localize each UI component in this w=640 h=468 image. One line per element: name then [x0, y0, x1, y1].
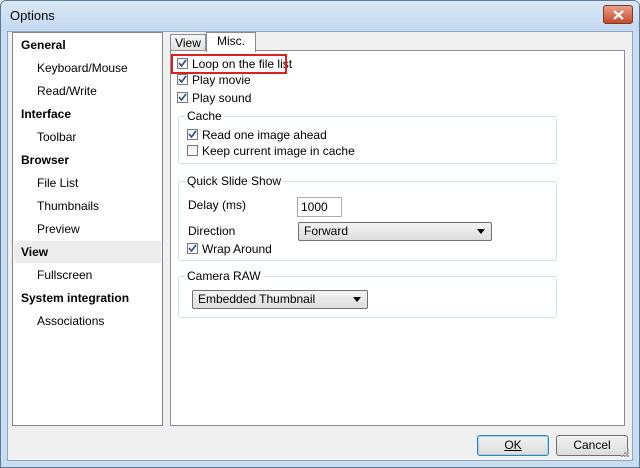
tab-view[interactable]: View: [170, 34, 206, 51]
check-icon: [178, 75, 187, 84]
check-icon: [178, 93, 187, 102]
misc-panel: Loop on the file list Play movie Play so…: [170, 50, 625, 426]
movie-label: Play movie: [192, 73, 251, 87]
movie-option[interactable]: Play movie: [177, 73, 251, 88]
nav-item-keyboard-mouse[interactable]: Keyboard/Mouse: [14, 57, 161, 79]
slideshow-group-title: Quick Slide Show: [185, 174, 284, 188]
nav-item-system-integration[interactable]: System integration: [14, 287, 161, 309]
slideshow-group: Quick Slide Show Delay (ms) 1000 Directi…: [178, 174, 557, 261]
raw-mode-select[interactable]: Embedded Thumbnail: [192, 290, 368, 309]
check-icon: [188, 130, 197, 139]
nav-item-browser[interactable]: Browser: [14, 149, 161, 171]
nav-item-thumbnails[interactable]: Thumbnails: [14, 195, 161, 217]
cache-group: Cache Read one image ahead Keep current …: [178, 109, 557, 164]
resize-grip-icon[interactable]: [620, 448, 630, 458]
wrap-around-checkbox[interactable]: [187, 243, 198, 255]
dropdown-arrow-icon: [477, 229, 485, 234]
wrap-around-option[interactable]: Wrap Around: [187, 242, 272, 257]
options-window: Options General Keyboard/Mouse Read/Writ…: [0, 0, 640, 468]
read-ahead-option[interactable]: Read one image ahead: [187, 128, 327, 143]
wrap-around-label: Wrap Around: [202, 242, 272, 256]
delay-input[interactable]: 1000: [297, 197, 342, 217]
tab-misc[interactable]: Misc.: [206, 32, 256, 52]
movie-checkbox[interactable]: [177, 74, 188, 86]
sound-checkbox[interactable]: [177, 92, 188, 104]
camera-raw-group: Camera RAW Embedded Thumbnail: [178, 269, 557, 318]
nav-item-toolbar[interactable]: Toolbar: [14, 126, 161, 148]
close-button[interactable]: [603, 5, 633, 24]
nav-item-view[interactable]: View: [14, 241, 161, 263]
keep-cache-option[interactable]: Keep current image in cache: [187, 144, 355, 159]
camera-raw-group-title: Camera RAW: [185, 269, 263, 283]
check-icon: [188, 244, 197, 253]
cache-group-title: Cache: [185, 109, 224, 123]
nav-item-interface[interactable]: Interface: [14, 103, 161, 125]
keep-cache-checkbox[interactable]: [187, 145, 198, 157]
sound-option[interactable]: Play sound: [177, 91, 251, 106]
title-bar[interactable]: Options: [1, 1, 639, 31]
delay-label: Delay (ms): [188, 198, 247, 212]
sound-label: Play sound: [192, 91, 252, 105]
nav-item-fullscreen[interactable]: Fullscreen: [14, 264, 161, 286]
ok-label: OK: [504, 438, 522, 452]
direction-value: Forward: [304, 224, 349, 238]
close-icon: [613, 10, 624, 20]
highlight-box: [171, 54, 287, 74]
cancel-button[interactable]: Cancel: [556, 435, 628, 456]
nav-item-read-write[interactable]: Read/Write: [14, 80, 161, 102]
direction-select[interactable]: Forward: [298, 222, 492, 241]
direction-label: Direction: [188, 224, 236, 238]
dialog-body: General Keyboard/Mouse Read/Write Interf…: [7, 31, 633, 461]
raw-mode-value: Embedded Thumbnail: [198, 292, 316, 306]
read-ahead-checkbox[interactable]: [187, 129, 198, 141]
nav-item-preview[interactable]: Preview: [14, 218, 161, 240]
window-title: Options: [10, 8, 55, 23]
read-ahead-label: Read one image ahead: [202, 128, 327, 142]
ok-button[interactable]: OK: [477, 435, 549, 456]
nav-item-file-list[interactable]: File List: [14, 172, 161, 194]
keep-cache-label: Keep current image in cache: [202, 144, 355, 158]
nav-item-associations[interactable]: Associations: [14, 310, 161, 332]
dropdown-arrow-icon: [353, 297, 361, 302]
category-tree[interactable]: General Keyboard/Mouse Read/Write Interf…: [12, 32, 163, 426]
nav-item-general[interactable]: General: [14, 34, 161, 56]
cancel-label: Cancel: [573, 438, 611, 452]
